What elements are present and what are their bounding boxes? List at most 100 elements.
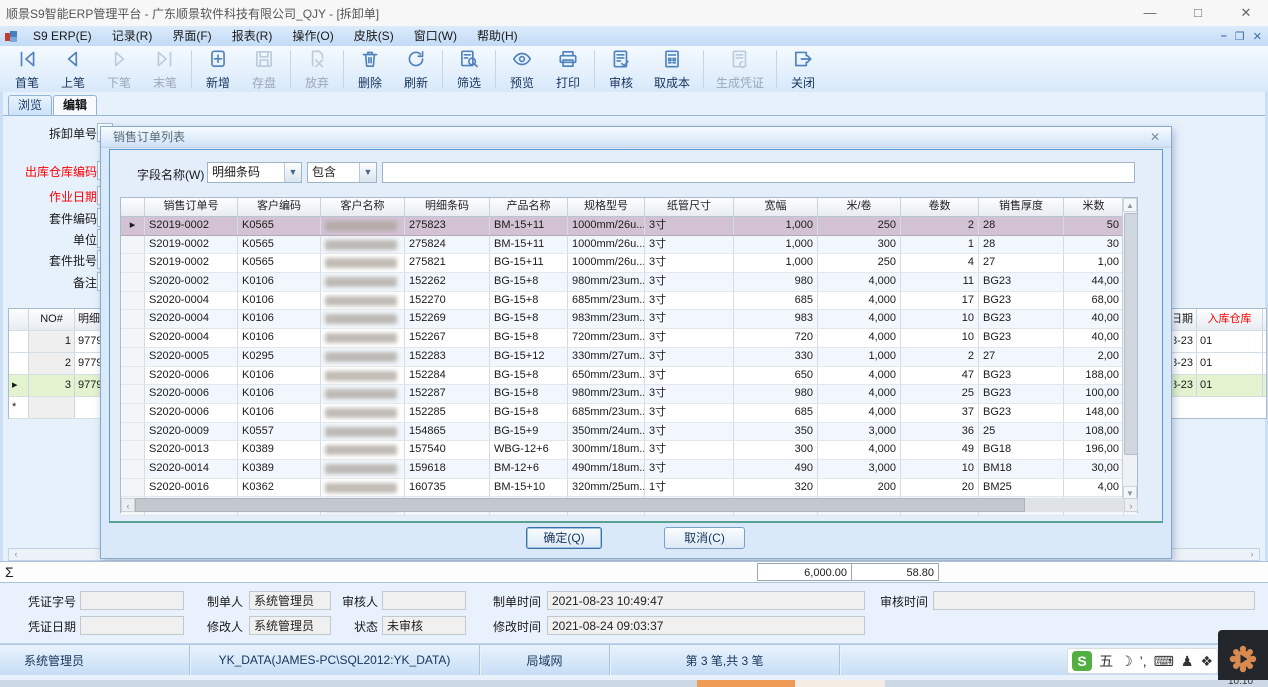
wubi-icon[interactable]: 五 bbox=[1099, 650, 1113, 672]
toolbar-button-print[interactable]: 打印 bbox=[545, 46, 591, 92]
table-row[interactable]: S2020-0004K0106152267BG-15+8720mm/23um..… bbox=[121, 329, 1137, 348]
column-header[interactable]: 卷数 bbox=[901, 198, 979, 216]
table-row[interactable]: S2019-0002K0565275824BM-15+111000mm/26u.… bbox=[121, 236, 1137, 255]
column-header[interactable]: 销售厚度 bbox=[979, 198, 1064, 216]
column-header[interactable]: 明细条码 bbox=[405, 198, 490, 216]
table-hscrollbar[interactable]: ‹ › bbox=[121, 498, 1138, 512]
ok-button[interactable]: 确定(Q) bbox=[526, 527, 602, 549]
column-header[interactable]: 纸管尺寸 bbox=[645, 198, 734, 216]
dialog-close-icon[interactable]: ✕ bbox=[1147, 127, 1163, 147]
toolbar-button-filter[interactable]: 筛选 bbox=[446, 46, 492, 92]
detail-grid-left[interactable]: NO#明细197792297792▸397792* bbox=[8, 308, 105, 419]
table-row[interactable]: S2020-0016K0362160735BM-15+10320mm/25um.… bbox=[121, 479, 1137, 498]
mdi-restore-icon[interactable]: ❐ bbox=[1235, 30, 1245, 43]
toolbar-button-preview[interactable]: 预览 bbox=[499, 46, 545, 92]
menu-item[interactable]: 报表(R) bbox=[222, 26, 283, 46]
tab-edit[interactable]: 编辑 bbox=[53, 95, 97, 115]
taskbar-app-button[interactable] bbox=[697, 680, 795, 687]
footer-field-value: 2021-08-23 10:49:47 bbox=[547, 591, 865, 610]
toolbar-button-delete[interactable]: 删除 bbox=[347, 46, 393, 92]
toolbar-button-add[interactable]: 新增 bbox=[195, 46, 241, 92]
mdi-close-icon[interactable]: ✕ bbox=[1253, 30, 1262, 43]
column-header[interactable]: 日期 bbox=[1171, 309, 1197, 330]
filter-field-select[interactable]: 明细条码 ▼ bbox=[207, 162, 302, 183]
scroll-up-icon[interactable]: ▲ bbox=[1123, 198, 1137, 212]
filter-search-input[interactable] bbox=[382, 162, 1135, 183]
column-header[interactable] bbox=[9, 309, 29, 330]
column-header[interactable]: 明细 bbox=[75, 309, 101, 330]
redacted-customer-name bbox=[325, 445, 397, 455]
menu-item[interactable]: 窗口(W) bbox=[404, 26, 467, 46]
table-row[interactable]: S2020-0002K0106152262BG-15+8980mm/23um..… bbox=[121, 273, 1137, 292]
vscroll-thumb[interactable] bbox=[1124, 213, 1138, 455]
toolbox-icon[interactable]: ❖ bbox=[1200, 650, 1213, 672]
column-header[interactable]: 产品名称 bbox=[490, 198, 568, 216]
toolbar-button-close-doc[interactable]: 关闭 bbox=[780, 46, 826, 92]
table-row[interactable]: S2019-0002K0565275821BG-15+111000mm/26u.… bbox=[121, 254, 1137, 273]
table-row[interactable]: ▸S2019-0002K0565275823BM-15+111000mm/26u… bbox=[121, 217, 1137, 236]
apostrophe-icon[interactable]: ’, bbox=[1140, 650, 1147, 672]
detail-grid-right[interactable]: 日期入库仓库08-230108-230108-2301 bbox=[1170, 308, 1267, 419]
keyboard-icon[interactable]: ⌨ bbox=[1154, 650, 1174, 672]
chevron-down-icon[interactable]: ▼ bbox=[284, 163, 301, 182]
window-close-button[interactable]: ✕ bbox=[1224, 2, 1268, 24]
toolbar-button-prev-record[interactable]: 上笔 bbox=[50, 46, 96, 92]
grid-row[interactable]: 08-2301 bbox=[1171, 353, 1266, 375]
table-row[interactable]: S2020-0006K0106152284BG-15+8650mm/23um..… bbox=[121, 367, 1137, 386]
table-row[interactable]: S2020-0004K0106152269BG-15+8983mm/23um..… bbox=[121, 310, 1137, 329]
menu-item[interactable]: 操作(O) bbox=[282, 26, 343, 46]
column-header[interactable]: 宽幅 bbox=[734, 198, 818, 216]
table-vscrollbar[interactable]: ▲ ▼ bbox=[1122, 198, 1137, 500]
user-icon[interactable]: ♟ bbox=[1181, 650, 1194, 672]
menu-item-app[interactable]: S9 ERP(E) bbox=[23, 26, 102, 46]
grid-new-row[interactable]: * bbox=[9, 397, 104, 419]
column-header[interactable]: 入库仓库 bbox=[1197, 309, 1263, 330]
tab-browse[interactable]: 浏览 bbox=[8, 95, 52, 115]
grid-row[interactable]: 08-2301 bbox=[1171, 375, 1266, 397]
grid-row[interactable]: ▸397792 bbox=[9, 375, 104, 397]
column-header[interactable]: 销售订单号 bbox=[145, 198, 238, 216]
menu-item[interactable]: 帮助(H) bbox=[467, 26, 528, 46]
sogou-icon[interactable]: S bbox=[1072, 651, 1092, 671]
dialog-titlebar[interactable]: 销售订单列表 ✕ bbox=[101, 127, 1171, 148]
table-row[interactable]: S2020-0014K0389159618BM-12+6490mm/18um..… bbox=[121, 460, 1137, 479]
scroll-left-icon[interactable]: ‹ bbox=[121, 498, 135, 512]
column-header[interactable]: 客户编码 bbox=[238, 198, 321, 216]
hscroll-right-icon[interactable]: › bbox=[1246, 549, 1258, 560]
table-row[interactable]: S2020-0004K0106152270BG-15+8685mm/23um..… bbox=[121, 292, 1137, 311]
chevron-down-icon[interactable]: ▼ bbox=[359, 163, 376, 182]
toolbar-button-first-record[interactable]: 首笔 bbox=[4, 46, 50, 92]
toolbar-button-audit[interactable]: 审核 bbox=[598, 46, 644, 92]
screen-tool-overlay[interactable] bbox=[1218, 630, 1268, 687]
status-segment: 局域网 bbox=[480, 645, 610, 675]
grid-row[interactable]: 08-2301 bbox=[1171, 331, 1266, 353]
column-header[interactable]: NO# bbox=[29, 309, 75, 330]
scroll-right-icon[interactable]: › bbox=[1124, 498, 1138, 512]
mdi-minimize-icon[interactable]: – bbox=[1221, 30, 1227, 42]
table-row[interactable]: S2020-0006K0106152285BG-15+8685mm/23um..… bbox=[121, 404, 1137, 423]
field-label: 套件批号 bbox=[5, 252, 97, 269]
window-minimize-button[interactable]: — bbox=[1128, 2, 1172, 24]
column-header[interactable]: 米数 bbox=[1064, 198, 1124, 216]
column-header[interactable]: 米/卷 bbox=[818, 198, 901, 216]
menu-item[interactable]: 皮肤(S) bbox=[344, 26, 404, 46]
cancel-button[interactable]: 取消(C) bbox=[664, 527, 745, 549]
column-header[interactable]: 客户名称 bbox=[321, 198, 405, 216]
hscroll-thumb[interactable] bbox=[135, 498, 1025, 512]
window-maximize-button[interactable]: □ bbox=[1176, 2, 1220, 24]
hscroll-left-icon[interactable]: ‹ bbox=[10, 549, 22, 560]
column-header[interactable] bbox=[121, 198, 145, 216]
menu-item[interactable]: 界面(F) bbox=[162, 26, 221, 46]
table-row[interactable]: S2020-0006K0106152287BG-15+8980mm/23um..… bbox=[121, 385, 1137, 404]
menu-item[interactable]: 记录(R) bbox=[102, 26, 163, 46]
table-row[interactable]: S2020-0005K0295152283BG-15+12330mm/27um.… bbox=[121, 348, 1137, 367]
column-header[interactable]: 规格型号 bbox=[568, 198, 645, 216]
grid-row[interactable]: 197792 bbox=[9, 331, 104, 353]
table-row[interactable]: S2020-0009K0557154865BG-15+9350mm/24um..… bbox=[121, 423, 1137, 442]
table-row[interactable]: S2020-0013K0389157540WBG-12+6300mm/18um.… bbox=[121, 441, 1137, 460]
toolbar-button-refresh[interactable]: 刷新 bbox=[393, 46, 439, 92]
grid-row[interactable]: 297792 bbox=[9, 353, 104, 375]
moon-icon[interactable]: ☽ bbox=[1120, 650, 1133, 672]
toolbar-button-cost[interactable]: 取成本 bbox=[644, 46, 700, 92]
filter-operator-select[interactable]: 包含 ▼ bbox=[307, 162, 377, 183]
